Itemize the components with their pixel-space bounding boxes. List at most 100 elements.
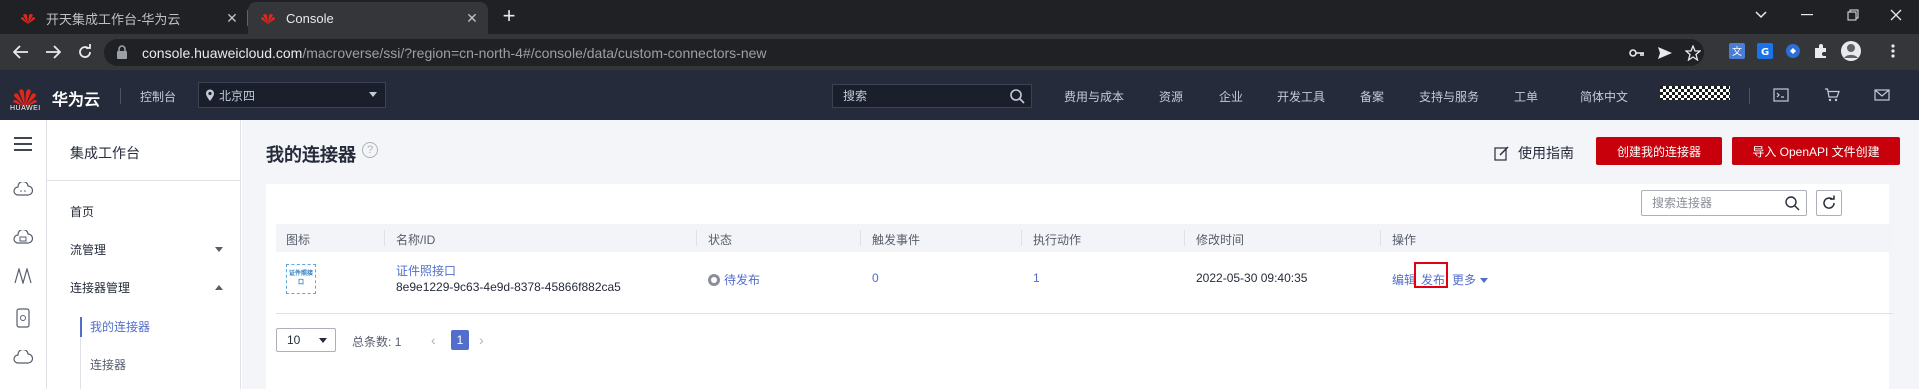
more-dropdown[interactable]: 更多: [1452, 271, 1489, 288]
close-tab-icon[interactable]: ✕: [464, 10, 480, 26]
previous-page-icon[interactable]: ‹: [431, 332, 436, 348]
search-icon[interactable]: [1784, 195, 1800, 211]
terminal-icon[interactable]: [1772, 86, 1790, 104]
location-pin-icon: [206, 89, 214, 101]
nav-icp-filing[interactable]: 备案: [1360, 88, 1384, 105]
total-value: 1: [394, 335, 402, 349]
sidebar-item-my-connectors[interactable]: 我的连接器: [90, 318, 150, 335]
import-openapi-button[interactable]: 导入 OpenAPI 文件创建: [1732, 137, 1900, 165]
publish-link[interactable]: 发布: [1421, 271, 1445, 288]
sidebar-item-connectors[interactable]: 连接器: [90, 356, 126, 373]
svg-text:文: 文: [1732, 45, 1742, 58]
create-connector-button[interactable]: 创建我的连接器: [1596, 137, 1722, 165]
tab-title: Console: [286, 10, 334, 26]
url-text: console.huaweicloud.com/macroverse/ssi/?…: [142, 45, 767, 61]
column-header-status: 状态: [708, 233, 733, 247]
brand-name[interactable]: 华为云: [52, 86, 100, 110]
header-divider: [120, 88, 121, 104]
page-number-current[interactable]: 1: [451, 330, 469, 350]
chevron-up-icon[interactable]: [215, 285, 223, 290]
nav-language[interactable]: 简体中文: [1580, 88, 1628, 105]
sidebar-item-home[interactable]: 首页: [70, 203, 94, 220]
connector-table-card: 搜索连接器 图标 名称/ID 状态 触发事件 执行动作 修改时间 操作 证件照接…: [266, 184, 1893, 389]
browser-menu-icon[interactable]: [1884, 42, 1902, 60]
column-separator: [696, 230, 697, 246]
trigger-count[interactable]: 0: [872, 271, 879, 285]
column-header-icon: 图标: [286, 233, 311, 247]
close-tab-icon[interactable]: ✕: [224, 10, 240, 26]
profile-avatar-icon[interactable]: [1840, 40, 1862, 62]
bookmark-star-icon[interactable]: [1684, 44, 1702, 62]
key-icon[interactable]: [1628, 44, 1646, 62]
nav-dev-tools[interactable]: 开发工具: [1277, 88, 1325, 105]
menu-hamburger-icon[interactable]: [11, 132, 35, 156]
nav-enterprise[interactable]: 企业: [1219, 88, 1243, 105]
help-icon[interactable]: ?: [362, 142, 378, 158]
cloud-service-icon[interactable]: [11, 177, 35, 201]
global-search-input[interactable]: 搜索: [832, 84, 1032, 108]
next-page-icon[interactable]: ›: [479, 332, 484, 348]
minimize-icon[interactable]: [1784, 0, 1830, 30]
column-separator: [1184, 230, 1185, 246]
network-service-icon[interactable]: [11, 264, 35, 288]
close-window-icon[interactable]: [1873, 0, 1919, 30]
send-icon[interactable]: [1656, 44, 1674, 62]
action-count[interactable]: 1: [1033, 271, 1040, 285]
usage-guide-link[interactable]: 使用指南: [1494, 143, 1574, 163]
table-row: 证件照接口 证件照接口 8e9e1229-9c63-4e9d-8378-4586…: [276, 252, 1893, 314]
browser-tab-integration[interactable]: 开天集成工作台-华为云 ✕: [8, 2, 248, 34]
mail-icon[interactable]: [1873, 86, 1891, 104]
column-separator: [384, 230, 385, 246]
back-arrow-icon[interactable]: [10, 41, 32, 63]
refresh-icon: [1823, 195, 1835, 209]
page-size-value: 10: [287, 333, 301, 347]
nav-support[interactable]: 支持与服务: [1419, 88, 1479, 105]
more-label: 更多: [1452, 273, 1477, 287]
forward-arrow-icon[interactable]: [42, 41, 64, 63]
account-name-redacted[interactable]: [1660, 86, 1730, 100]
total-label: 总条数:: [352, 335, 392, 349]
column-header-modified: 修改时间: [1196, 233, 1245, 247]
region-selector[interactable]: 北京四: [198, 82, 386, 108]
console-header: HUAWEI 华为云 控制台 北京四 搜索 费用与成本 资源 企业 开发工具 备…: [0, 70, 1919, 120]
g-extension-icon[interactable]: G: [1756, 42, 1774, 60]
address-bar[interactable]: console.huaweicloud.com/macroverse/ssi/?…: [104, 39, 1704, 66]
active-indicator: [80, 317, 82, 337]
browser-tab-console[interactable]: Console ✕: [248, 2, 488, 34]
page-size-select[interactable]: 10: [276, 328, 336, 352]
connector-name-link[interactable]: 证件照接口: [396, 262, 456, 279]
reload-icon[interactable]: [74, 41, 96, 63]
connector-logo: 证件照接口: [286, 264, 316, 294]
region-label: 北京四: [219, 88, 256, 103]
search-placeholder: 搜索: [843, 89, 868, 103]
console-link[interactable]: 控制台: [140, 88, 176, 105]
nav-resources[interactable]: 资源: [1159, 88, 1183, 105]
nav-billing[interactable]: 费用与成本: [1064, 88, 1124, 105]
new-tab-icon[interactable]: +: [499, 5, 519, 27]
url-host: console.huaweicloud.com: [142, 45, 303, 61]
puzzle-extensions-icon[interactable]: [1812, 42, 1830, 60]
edit-link[interactable]: 编辑: [1392, 271, 1416, 288]
sidebar-item-flow-management[interactable]: 流管理: [70, 241, 106, 258]
sidebar-item-connector-management[interactable]: 连接器管理: [70, 279, 130, 296]
cart-icon[interactable]: [1823, 86, 1841, 104]
database-service-icon[interactable]: [11, 306, 35, 330]
header-divider: [1749, 88, 1750, 104]
connector-search-input[interactable]: 搜索连接器: [1641, 190, 1807, 216]
nav-tickets[interactable]: 工单: [1514, 88, 1538, 105]
refresh-button[interactable]: [1816, 190, 1842, 216]
translate-extension-icon[interactable]: 文: [1728, 42, 1746, 60]
tab-search-icon[interactable]: [1738, 0, 1784, 30]
search-icon[interactable]: [1009, 88, 1025, 104]
status-label: 待发布: [724, 273, 761, 287]
guide-edit-icon: [1494, 146, 1509, 161]
side-menu-title: 集成工作台: [70, 145, 140, 161]
total-count: 总条数: 1: [352, 333, 401, 350]
column-header-actions: 执行动作: [1033, 233, 1082, 247]
chevron-down-icon[interactable]: [215, 247, 223, 252]
cloud-storage-icon[interactable]: [11, 225, 35, 249]
svg-text:G: G: [1761, 47, 1769, 58]
cloud-extension-icon[interactable]: [1784, 42, 1802, 60]
cloud-icon[interactable]: [11, 345, 35, 369]
restore-icon[interactable]: [1830, 0, 1876, 30]
